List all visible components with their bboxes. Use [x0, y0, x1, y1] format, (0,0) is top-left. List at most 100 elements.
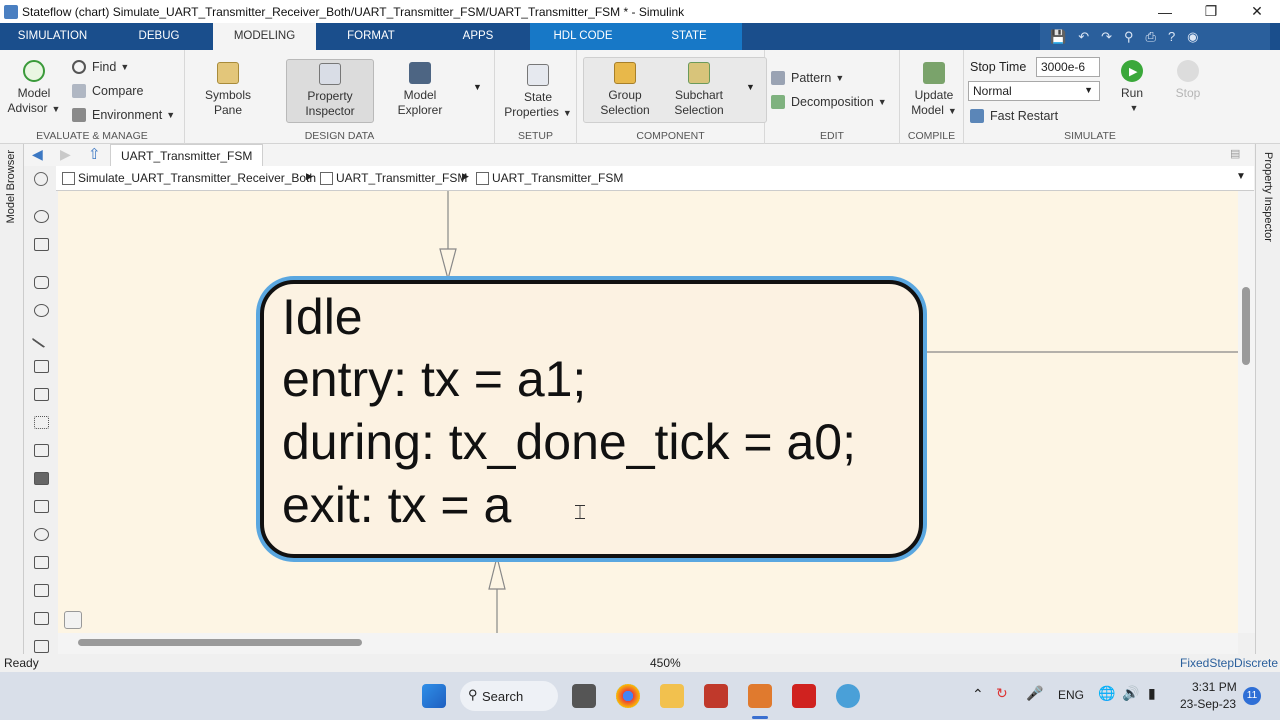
tab-format[interactable]: FORMAT: [316, 23, 426, 50]
close-icon[interactable]: ✕: [1234, 0, 1280, 23]
state-entry-action[interactable]: entry: tx = a1;: [282, 350, 586, 408]
default-transition-icon[interactable]: [34, 416, 49, 429]
transition-tool-icon[interactable]: [31, 328, 52, 349]
file-explorer-icon[interactable]: [660, 684, 684, 708]
tab-hdl-code[interactable]: HDL CODE: [530, 23, 636, 50]
history-junction-icon[interactable]: [34, 528, 49, 541]
environment-button[interactable]: Environment ▼: [72, 105, 175, 125]
settings-icon[interactable]: ◉: [1187, 29, 1198, 45]
clock-time[interactable]: 3:31 PM: [1192, 680, 1237, 694]
breadcrumb-dropdown-icon[interactable]: ▼: [1236, 171, 1246, 182]
annotation-tool-icon[interactable]: [34, 472, 49, 485]
maximize-icon[interactable]: ❐: [1188, 0, 1234, 23]
tab-debug[interactable]: DEBUG: [105, 23, 213, 50]
fast-restart-button[interactable]: Fast Restart: [970, 106, 1058, 126]
state-idle[interactable]: Idle entry: tx = a1; during: tx_done_tic…: [260, 280, 923, 558]
zoom-icon[interactable]: [34, 210, 49, 223]
simulink-state-icon[interactable]: [34, 612, 49, 625]
quick-insert-icon[interactable]: [64, 611, 82, 629]
state-during-action[interactable]: during: tx_done_tick = a0;: [282, 413, 856, 471]
help-icon[interactable]: ?: [1168, 29, 1175, 44]
compare-button[interactable]: Compare: [72, 81, 143, 101]
vertical-scroll-thumb[interactable]: [1242, 287, 1250, 365]
tab-uart-transmitter-fsm[interactable]: UART_Transmitter_FSM: [110, 144, 264, 166]
simulink-function-icon[interactable]: [34, 388, 49, 401]
state-properties-button[interactable]: State Properties ▼: [501, 64, 575, 121]
stop-button[interactable]: Stop: [1168, 60, 1208, 101]
vertical-scrollbar[interactable]: [1238, 191, 1255, 633]
fit-to-view-icon[interactable]: [34, 238, 49, 251]
back-icon[interactable]: ◀: [32, 146, 43, 163]
property-inspector-button[interactable]: Property Inspector: [286, 59, 374, 123]
pattern-button[interactable]: Pattern ▼: [771, 68, 844, 88]
truth-table-icon[interactable]: [34, 500, 49, 513]
language-indicator[interactable]: ENG: [1058, 688, 1084, 702]
stop-time-input[interactable]: 3000e-6: [1036, 57, 1100, 77]
run-button[interactable]: ▶ Run ▼: [1112, 60, 1152, 116]
forward-icon[interactable]: ▶: [60, 146, 71, 163]
minimize-icon[interactable]: —: [1142, 0, 1188, 23]
breadcrumb-current[interactable]: UART_Transmitter_FSM: [476, 171, 623, 185]
taskbar-search[interactable]: ⚲ Search: [460, 681, 558, 711]
junction-tool-icon[interactable]: [34, 304, 49, 317]
hide-show-explorer-icon[interactable]: [34, 172, 48, 186]
battery-icon[interactable]: ▮: [1148, 685, 1156, 702]
model-explorer-button[interactable]: Model Explorer: [385, 62, 455, 118]
chart-canvas[interactable]: Idle entry: tx = a1; during: tx_done_tic…: [58, 191, 1238, 633]
volume-icon[interactable]: 🔊: [1122, 685, 1139, 702]
paint-icon[interactable]: [836, 684, 860, 708]
run-dropdown-icon[interactable]: ▼: [1116, 101, 1152, 116]
windows-start-icon[interactable]: [422, 684, 446, 708]
save-icon[interactable]: 💾: [1050, 29, 1066, 45]
solver-link[interactable]: FixedStepDiscrete: [1180, 656, 1278, 670]
chrome-icon[interactable]: [616, 684, 640, 708]
network-icon[interactable]: 🌐: [1098, 685, 1115, 702]
symbols-pane-button[interactable]: Symbols Pane: [197, 62, 259, 118]
model-browser-panel[interactable]: Model Browser: [0, 144, 24, 654]
search-icon[interactable]: ⚲: [1124, 29, 1134, 45]
box-tool-icon[interactable]: [34, 360, 49, 373]
component-expand-icon[interactable]: ▼: [746, 82, 755, 92]
property-inspector-label[interactable]: Property Inspector: [1262, 152, 1274, 242]
graphical-function-icon[interactable]: [34, 444, 49, 457]
matlab-icon[interactable]: [748, 684, 772, 708]
model-browser-label[interactable]: Model Browser: [5, 150, 17, 223]
subchart-selection-button[interactable]: Subchart Selection: [665, 62, 733, 118]
hide-bar-icon[interactable]: ▤: [1230, 147, 1240, 160]
breadcrumb-chart[interactable]: UART_Transmitter_FSM: [320, 171, 467, 185]
task-view-icon[interactable]: [572, 684, 596, 708]
tab-simulation[interactable]: SIMULATION: [0, 23, 105, 50]
horizontal-scrollbar[interactable]: [58, 633, 1238, 654]
clock-date[interactable]: 23-Sep-23: [1180, 697, 1236, 711]
design-expand-icon[interactable]: ▼: [473, 82, 482, 92]
find-button[interactable]: Find ▼: [72, 57, 129, 77]
sync-icon[interactable]: ↻: [996, 685, 1008, 702]
simulation-mode-select[interactable]: Normal ▼: [968, 81, 1100, 101]
microphone-icon[interactable]: 🎤: [1026, 685, 1043, 702]
state-exit-action[interactable]: exit: tx = a: [282, 476, 511, 534]
decomposition-button[interactable]: Decomposition ▼: [771, 92, 887, 112]
tab-modeling[interactable]: MODELING: [213, 23, 316, 50]
matlab-function-icon[interactable]: [34, 556, 49, 569]
tray-overflow-icon[interactable]: ⌃: [972, 686, 984, 703]
image-tool-icon[interactable]: [34, 584, 49, 597]
acrobat-icon[interactable]: [792, 684, 816, 708]
check-icon: [23, 60, 45, 82]
update-model-button[interactable]: Update Model ▼: [904, 62, 964, 119]
state-tool-icon[interactable]: [34, 276, 49, 289]
model-advisor-button[interactable]: Model Advisor ▼: [6, 60, 62, 117]
horizontal-scroll-thumb[interactable]: [78, 639, 362, 646]
more-tools-icon[interactable]: [34, 640, 49, 653]
camera-app-icon[interactable]: [704, 684, 728, 708]
print-icon[interactable]: ⎙: [1146, 29, 1156, 45]
notification-badge[interactable]: 11: [1243, 687, 1261, 705]
undo-icon[interactable]: ↶: [1078, 29, 1089, 45]
breadcrumb-model[interactable]: Simulate_UART_Transmitter_Receiver_Both: [62, 171, 316, 185]
group-selection-button[interactable]: Group Selection: [591, 62, 659, 118]
tab-apps[interactable]: APPS: [426, 23, 530, 50]
property-inspector-panel[interactable]: Property Inspector: [1255, 144, 1280, 654]
tab-state[interactable]: STATE: [636, 23, 742, 50]
up-icon[interactable]: ⇧: [88, 145, 101, 163]
redo-icon[interactable]: ↷: [1101, 29, 1112, 45]
state-name[interactable]: Idle: [282, 288, 363, 346]
